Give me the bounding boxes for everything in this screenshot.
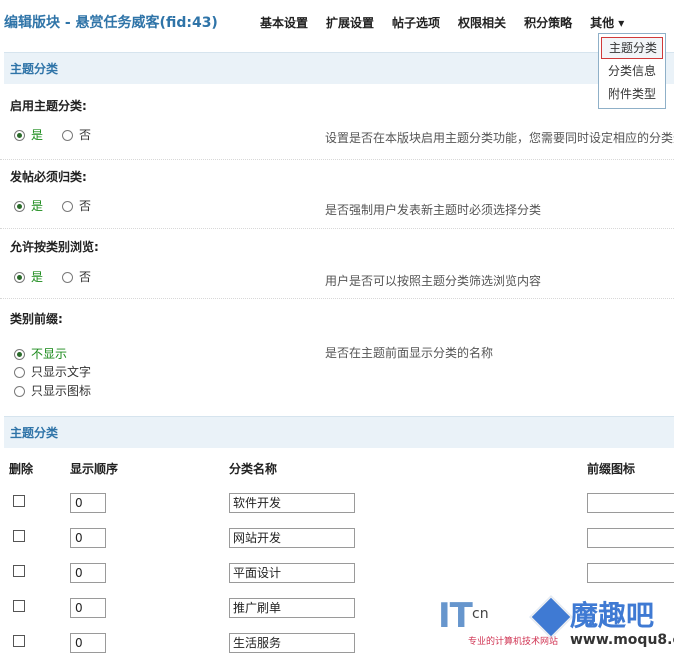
- display-order-input[interactable]: 0: [70, 598, 106, 618]
- section-header-thread-types: 主题分类: [4, 52, 674, 84]
- setting-require-type: 发帖必须归类: 是 否 是否强制用户发表新主题时必须选择分类: [0, 168, 674, 229]
- radio-icon[interactable]: [62, 272, 73, 283]
- option-no[interactable]: 否: [62, 126, 91, 143]
- setting-label: 类别前缀:: [10, 312, 63, 326]
- column-header-delete: 删除: [9, 462, 34, 476]
- setting-label: 启用主题分类:: [10, 99, 87, 113]
- type-name-input[interactable]: 平面设计: [229, 563, 355, 583]
- radio-icon[interactable]: [14, 386, 25, 397]
- option-icon-only[interactable]: 只显示图标: [14, 382, 91, 399]
- option-yes[interactable]: 是: [14, 126, 43, 143]
- radio-checked-icon[interactable]: [14, 130, 25, 141]
- radio-checked-icon[interactable]: [14, 272, 25, 283]
- delete-checkbox[interactable]: [13, 495, 25, 507]
- page-header: 编辑版块 - 悬赏任务威客(fid:43) 基本设置 扩展设置 帖子选项 权限相关 积分…: [0, 0, 674, 44]
- option-no[interactable]: 否: [62, 197, 91, 214]
- setting-type-prefix: 类别前缀: 不显示 只显示文字 只显示图标 是否在主题前面显示分类的名称: [0, 310, 674, 402]
- prefix-icon-input[interactable]: [587, 493, 674, 513]
- column-header-type-name: 分类名称: [229, 462, 278, 476]
- dropdown-item-thread-types[interactable]: 主题分类: [601, 37, 663, 59]
- setting-browse-by-type: 允许按类别浏览: 是 否 用户是否可以按照主题分类筛选浏览内容: [0, 238, 674, 299]
- setting-description: 用户是否可以按照主题分类筛选浏览内容: [325, 274, 542, 288]
- column-header-prefix-icon: 前缀图标: [587, 462, 636, 476]
- type-name-input[interactable]: 推广刷单: [229, 598, 355, 618]
- column-header-display-order: 显示顺序: [70, 462, 119, 476]
- delete-checkbox[interactable]: [13, 635, 25, 647]
- setting-description: 设置是否在本版块启用主题分类功能，您需要同时设定相应的分类选项: [325, 131, 674, 145]
- watermark-tagline: 专业的计算机技术网站: [468, 637, 559, 647]
- radio-icon[interactable]: [62, 130, 73, 141]
- radio-checked-icon[interactable]: [14, 349, 25, 360]
- nav-other-menu[interactable]: 其他 ▾: [590, 14, 624, 31]
- option-hide-prefix[interactable]: 不显示: [14, 345, 67, 362]
- table-row: 0 网站开发: [0, 523, 674, 558]
- table-row: 0 软件开发: [0, 488, 674, 523]
- page-title: 编辑版块 - 悬赏任务威客(fid:43): [4, 15, 218, 31]
- type-name-input[interactable]: 软件开发: [229, 493, 355, 513]
- delete-checkbox[interactable]: [13, 530, 25, 542]
- display-order-input[interactable]: 0: [70, 563, 106, 583]
- display-order-input[interactable]: 0: [70, 528, 106, 548]
- setting-description: 是否在主题前面显示分类的名称: [325, 346, 494, 360]
- nav-extended-settings[interactable]: 扩展设置: [326, 14, 374, 31]
- option-no[interactable]: 否: [62, 268, 91, 285]
- setting-label: 发帖必须归类:: [10, 170, 87, 184]
- display-order-input[interactable]: 0: [70, 493, 106, 513]
- watermark-url: www.moqu8.com: [570, 632, 674, 648]
- option-yes[interactable]: 是: [14, 268, 43, 285]
- dropdown-item-category-info[interactable]: 分类信息: [601, 60, 663, 82]
- watermark-it-logo: IT: [438, 596, 473, 636]
- prefix-icon-input[interactable]: [587, 528, 674, 548]
- site-watermark: IT cn 魔趣吧 专业的计算机技术网站 www.moqu8.com: [438, 588, 674, 657]
- delete-checkbox[interactable]: [13, 600, 25, 612]
- type-name-input[interactable]: 生活服务: [229, 633, 355, 653]
- radio-icon[interactable]: [14, 367, 25, 378]
- prefix-icon-input[interactable]: [587, 563, 674, 583]
- top-nav: 基本设置 扩展设置 帖子选项 权限相关 积分策略 其他 ▾: [260, 14, 624, 31]
- other-dropdown-menu: 主题分类 分类信息 附件类型: [598, 33, 666, 109]
- radio-checked-icon[interactable]: [14, 201, 25, 212]
- cube-logo-icon: [529, 595, 573, 639]
- watermark-brand: 魔趣吧: [570, 599, 655, 632]
- delete-checkbox[interactable]: [13, 565, 25, 577]
- setting-description: 是否强制用户发表新主题时必须选择分类: [325, 203, 542, 217]
- setting-enable-types: 启用主题分类: 是 否 设置是否在本版块启用主题分类功能，您需要同时设定相应的分…: [0, 97, 674, 160]
- type-name-input[interactable]: 网站开发: [229, 528, 355, 548]
- dropdown-item-attachment-types[interactable]: 附件类型: [601, 83, 663, 105]
- option-text-only[interactable]: 只显示文字: [14, 363, 91, 380]
- display-order-input[interactable]: 0: [70, 633, 106, 653]
- setting-label: 允许按类别浏览:: [10, 240, 99, 254]
- nav-credit-policy[interactable]: 积分策略: [524, 14, 572, 31]
- nav-permissions[interactable]: 权限相关: [458, 14, 506, 31]
- section-header-type-list: 主题分类: [4, 416, 674, 448]
- option-yes[interactable]: 是: [14, 197, 43, 214]
- nav-post-options[interactable]: 帖子选项: [392, 14, 440, 31]
- nav-basic-settings[interactable]: 基本设置: [260, 14, 308, 31]
- radio-icon[interactable]: [62, 201, 73, 212]
- watermark-cn-text: cn: [472, 606, 489, 622]
